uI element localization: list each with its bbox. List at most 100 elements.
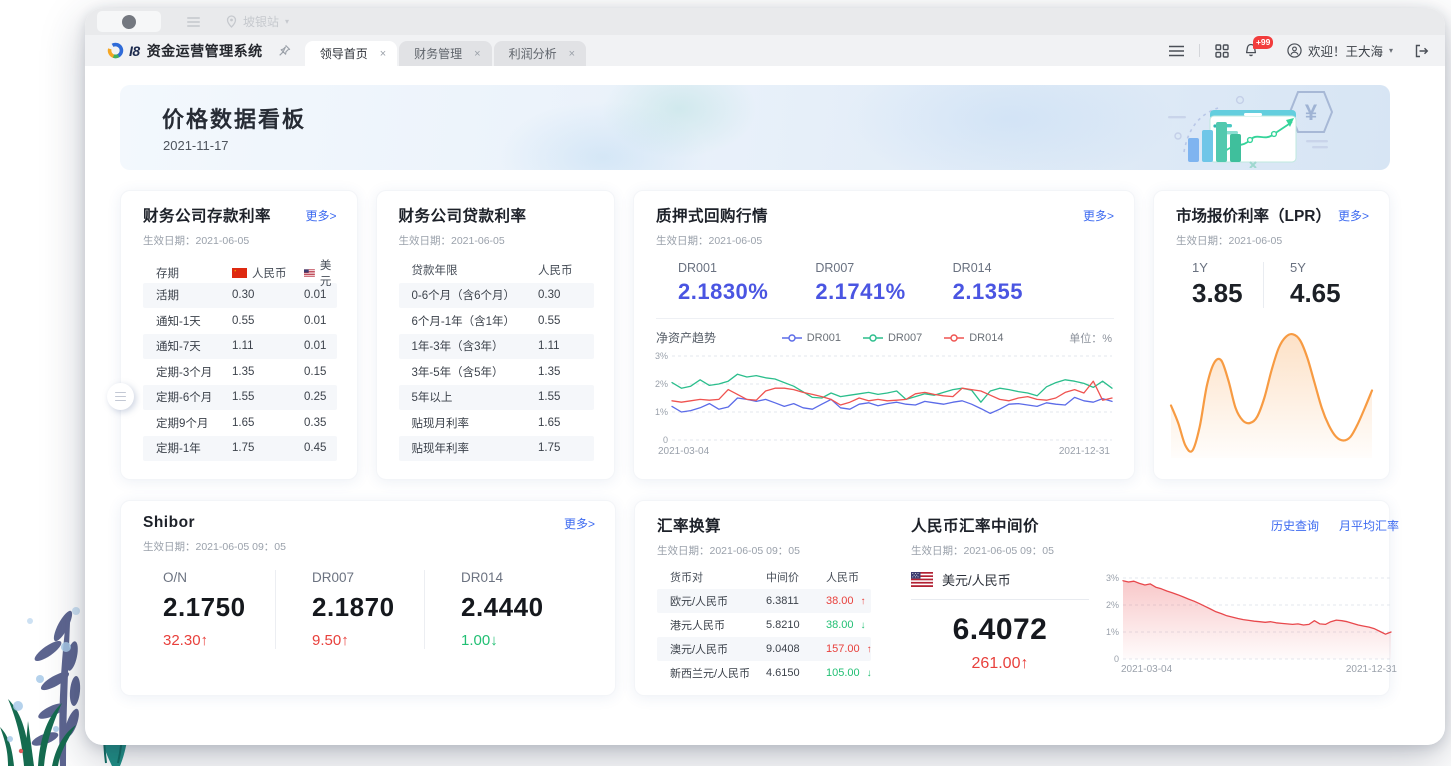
tab-profit[interactable]: 利润分析 × xyxy=(494,41,586,66)
table-row: 5年以上1.55 xyxy=(399,385,595,411)
effective-date: 生效日期：2021-06-05 09：05 xyxy=(657,543,885,558)
tab-close-icon[interactable]: × xyxy=(569,48,575,60)
effective-date: 生效日期：2021-06-05 xyxy=(656,233,1120,248)
legend-marker-icon xyxy=(782,334,802,342)
quote-value: 4.65 xyxy=(1290,278,1361,309)
table-cell: 5年以上 xyxy=(412,389,539,405)
loan-rate-card: 财务公司贷款利率 生效日期：2021-06-05 贷款年限人民币0-6个月（含6… xyxy=(376,190,616,480)
deposit-more-link[interactable]: 更多> xyxy=(305,207,336,224)
deposit-table: 存期人民币美元活期0.300.01通知-1天0.550.01通知-7天1.110… xyxy=(143,257,337,461)
table-cell: 贴现月利率 xyxy=(412,415,539,431)
svg-text:0: 0 xyxy=(663,435,668,445)
card-title: 汇率换算 xyxy=(657,514,885,536)
table-row: 通知-1天0.550.01 xyxy=(143,308,337,334)
table-row: 定期-1年1.750.45 xyxy=(143,436,337,462)
legend-item[interactable]: DR001 xyxy=(782,332,841,344)
cn-flag-icon xyxy=(232,268,247,278)
table-cell: 1.35 xyxy=(538,366,594,378)
divider xyxy=(1199,44,1200,57)
table-header: 贷款年限人民币 xyxy=(399,257,595,283)
tab-label: 利润分析 xyxy=(509,45,557,62)
trend-arrow-icon: ↑ xyxy=(341,632,349,649)
table-row: 3年-5年（含5年）1.35 xyxy=(399,359,595,385)
quote-value: 2.4440 xyxy=(461,592,573,623)
legend-item[interactable]: DR014 xyxy=(944,332,1003,344)
mid-price-change: 261.00↑ xyxy=(911,655,1089,673)
quote-change: 1.00↓ xyxy=(461,632,573,649)
tab-leader-home[interactable]: 领导首页 × xyxy=(305,41,397,66)
shibor-more-link[interactable]: 更多> xyxy=(564,515,595,532)
svg-text:3%: 3% xyxy=(655,351,668,361)
table-row: 港元人民币5.821038.00↓ xyxy=(657,613,871,637)
tab-close-icon[interactable]: × xyxy=(474,48,480,60)
logout-icon[interactable] xyxy=(1414,44,1429,58)
user-icon xyxy=(1287,43,1302,58)
table-cell: 定期-1年 xyxy=(156,440,232,456)
apps-grid-icon[interactable] xyxy=(1215,44,1229,58)
quote-label: DR001 xyxy=(678,261,815,275)
quote-label: DR007 xyxy=(815,261,952,275)
chevron-down-icon: ▾ xyxy=(1389,46,1393,55)
quote-change: 9.50↑ xyxy=(312,632,424,649)
mid-cell: 9.0408 xyxy=(766,643,826,655)
header-cell: 人民币 xyxy=(538,262,594,278)
fx-table: 货币对中间价人民币欧元/人民币6.381138.00↑港元人民币5.821038… xyxy=(657,565,871,685)
us-flag-icon xyxy=(911,572,933,587)
table-row: 新西兰元/人民币4.6150105.00↓ xyxy=(657,661,871,685)
header-actions: +99 欢迎！王大海 ▾ xyxy=(1169,35,1429,66)
pair-cell: 新西兰元/人民币 xyxy=(670,665,766,681)
app-title: 资金运营管理系统 xyxy=(147,41,263,61)
table-cell: 0.55 xyxy=(538,315,594,327)
table-row: 澳元/人民币9.0408157.00↑ xyxy=(657,637,871,661)
ghost-logo xyxy=(97,11,161,32)
notifications-button[interactable]: +99 xyxy=(1244,43,1258,58)
monthly-average-link[interactable]: 月平均汇率 xyxy=(1339,517,1399,534)
quote-label: DR014 xyxy=(461,570,573,585)
table-row: 定期-6个月1.550.25 xyxy=(143,385,337,411)
header-cell: 人民币 xyxy=(826,569,871,585)
history-query-link[interactable]: 历史查询 xyxy=(1271,517,1319,534)
header-cell: 贷款年限 xyxy=(412,262,539,278)
table-cell: 0.45 xyxy=(304,442,337,454)
pin-tabs-icon[interactable] xyxy=(278,35,291,66)
table-cell: 0.35 xyxy=(304,417,337,429)
user-menu[interactable]: 欢迎！王大海 ▾ xyxy=(1287,41,1393,60)
lpr-more-link[interactable]: 更多> xyxy=(1338,207,1369,224)
legend-item[interactable]: DR007 xyxy=(863,332,922,344)
table-cell: 0-6个月（含6个月） xyxy=(412,287,539,303)
change-cell: 38.00↓ xyxy=(826,619,871,631)
banner: 价格数据看板 2021-11-17 ¥ xyxy=(120,85,1390,170)
quote-value: 2.1750 xyxy=(163,592,275,623)
table-cell: 定期9个月 xyxy=(156,415,232,431)
legend-marker-icon xyxy=(863,334,883,342)
x-axis-labels: 2021-03-04 2021-12-31 xyxy=(1121,664,1397,675)
tab-finance[interactable]: 财务管理 × xyxy=(399,41,491,66)
x-axis-labels: 2021-03-04 2021-12-31 xyxy=(658,446,1110,457)
header-cell: 美元 xyxy=(304,257,337,289)
tab-close-icon[interactable]: × xyxy=(380,48,386,60)
menu-icon[interactable] xyxy=(1169,45,1184,57)
change-cell: 157.00↑ xyxy=(826,643,872,655)
effective-date: 生效日期：2021-06-05 xyxy=(1176,233,1375,248)
pair-cell: 澳元/人民币 xyxy=(670,641,766,657)
svg-text:2%: 2% xyxy=(655,379,668,389)
table-cell: 活期 xyxy=(156,287,232,303)
card-title: 市场报价利率（LPR） xyxy=(1176,204,1331,226)
svg-text:3%: 3% xyxy=(1106,573,1119,583)
ghost-menu-icon xyxy=(187,15,200,29)
quote-label: 5Y xyxy=(1290,260,1361,275)
effective-date: 生效日期：2021-06-05 09：05 xyxy=(911,543,1399,558)
table-header: 货币对中间价人民币 xyxy=(657,565,871,589)
lpr-wave-chart xyxy=(1168,317,1375,463)
mid-price-quote: 美元/人民币 6.4072 261.00↑ xyxy=(911,570,1099,675)
change-cell: 38.00↑ xyxy=(826,595,871,607)
repo-more-link[interactable]: 更多> xyxy=(1083,207,1114,224)
effective-date: 生效日期：2021-06-05 09：05 xyxy=(143,539,601,554)
app-header: I8 资金运营管理系统 领导首页 × 财务管理 × 利润分析 × xyxy=(85,35,1445,66)
page-title: 价格数据看板 xyxy=(162,102,306,134)
mid-price-links: 历史查询 月平均汇率 xyxy=(1271,517,1399,534)
quote-value: 2.1870 xyxy=(312,592,424,623)
left-drag-handle[interactable] xyxy=(107,383,134,410)
change-cell: 105.00↓ xyxy=(826,667,872,679)
table-cell: 0.55 xyxy=(232,315,304,327)
